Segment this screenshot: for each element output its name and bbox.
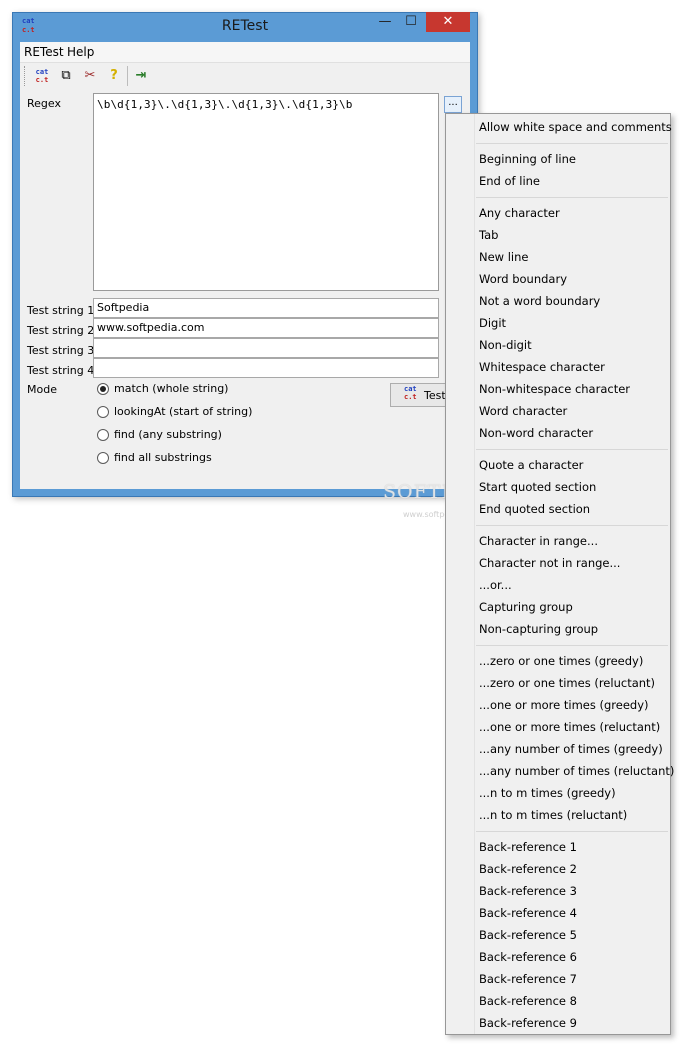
- menu-separator: [476, 525, 668, 526]
- test-icon-line-1: cat: [404, 385, 417, 393]
- mode-find-label[interactable]: find (any substring): [114, 428, 222, 441]
- menu-separator: [476, 449, 668, 450]
- context-menu-item[interactable]: ...one or more times (reluctant): [479, 720, 660, 734]
- test-string-4-input[interactable]: [93, 358, 439, 378]
- context-menu-item[interactable]: Non-digit: [479, 338, 532, 352]
- maximize-button[interactable]: ☐: [398, 12, 424, 32]
- mode-findall-label[interactable]: find all substrings: [114, 451, 212, 464]
- mode-findall-radio[interactable]: [97, 452, 109, 464]
- test-string-4-label: Test string 4: [27, 364, 95, 377]
- context-menu-item[interactable]: Back-reference 4: [479, 906, 577, 920]
- regex-label: Regex: [27, 97, 61, 110]
- context-menu-item[interactable]: Start quoted section: [479, 480, 596, 494]
- test-string-2-label: Test string 2: [27, 324, 95, 337]
- test-string-2-input[interactable]: www.softpedia.com: [93, 318, 439, 338]
- mode-lookingat-label[interactable]: lookingAt (start of string): [114, 405, 252, 418]
- context-menu-item[interactable]: Beginning of line: [479, 152, 576, 166]
- regex-icon-line-1: cat: [35, 68, 49, 76]
- mode-label: Mode: [27, 383, 57, 396]
- test-string-3-input[interactable]: [93, 338, 439, 358]
- menu-separator: [476, 143, 668, 144]
- regex-icon[interactable]: cat c.t: [32, 66, 52, 86]
- exit-icon[interactable]: ⇥: [131, 66, 151, 86]
- context-menu-item[interactable]: End of line: [479, 174, 540, 188]
- context-menu-item[interactable]: ...one or more times (greedy): [479, 698, 649, 712]
- context-menu-item[interactable]: Quote a character: [479, 458, 583, 472]
- context-menu-item[interactable]: Back-reference 2: [479, 862, 577, 876]
- context-menu-item[interactable]: Capturing group: [479, 600, 573, 614]
- test-icon: cat c.t: [404, 385, 417, 401]
- menu-retest[interactable]: RETest: [24, 45, 64, 59]
- context-menu-item[interactable]: End quoted section: [479, 502, 590, 516]
- mode-match-radio[interactable]: [97, 383, 109, 395]
- test-button-label: Test: [424, 389, 446, 402]
- help-icon[interactable]: ?: [104, 66, 124, 86]
- context-menu-item[interactable]: Word boundary: [479, 272, 567, 286]
- regex-insert-button[interactable]: ...: [444, 96, 462, 113]
- context-menu-item[interactable]: Back-reference 8: [479, 994, 577, 1008]
- context-menu-item[interactable]: Back-reference 7: [479, 972, 577, 986]
- context-menu-item[interactable]: Back-reference 1: [479, 840, 577, 854]
- context-menu-item[interactable]: ...zero or one times (reluctant): [479, 676, 655, 690]
- context-menu-item[interactable]: Tab: [479, 228, 498, 242]
- context-menu-item[interactable]: Character in range...: [479, 534, 598, 548]
- menu-separator: [476, 197, 668, 198]
- test-string-3-label: Test string 3: [27, 344, 95, 357]
- context-menu-item[interactable]: Allow white space and comments: [479, 120, 672, 134]
- menu-help[interactable]: Help: [67, 45, 94, 59]
- context-menu-item[interactable]: ...or...: [479, 578, 512, 592]
- context-menu-item[interactable]: Word character: [479, 404, 567, 418]
- tools-icon[interactable]: ✂: [80, 66, 100, 86]
- context-menu-item[interactable]: ...zero or one times (greedy): [479, 654, 643, 668]
- context-menu-item[interactable]: Back-reference 9: [479, 1016, 577, 1030]
- mode-find-radio[interactable]: [97, 429, 109, 441]
- regex-value: \b\d{1,3}\.\d{1,3}\.\d{1,3}\.\d{1,3}\b: [97, 98, 353, 111]
- mode-lookingat-radio[interactable]: [97, 406, 109, 418]
- context-menu-item[interactable]: ...n to m times (greedy): [479, 786, 616, 800]
- context-menu-item[interactable]: Back-reference 5: [479, 928, 577, 942]
- context-menu-item[interactable]: Non-word character: [479, 426, 593, 440]
- context-menu-item[interactable]: Any character: [479, 206, 560, 220]
- mode-match-label[interactable]: match (whole string): [114, 382, 228, 395]
- open-icon[interactable]: ⧉: [56, 66, 76, 86]
- minimize-button[interactable]: —: [372, 12, 398, 32]
- toolbar-grip[interactable]: [24, 66, 28, 86]
- context-menu-item[interactable]: Non-capturing group: [479, 622, 598, 636]
- toolbar-separator: [127, 66, 128, 86]
- close-button[interactable]: ✕: [426, 12, 470, 32]
- context-menu-item[interactable]: Not a word boundary: [479, 294, 600, 308]
- context-menu-item[interactable]: Back-reference 3: [479, 884, 577, 898]
- context-menu-gutter: [446, 114, 475, 1034]
- context-menu-item[interactable]: ...any number of times (greedy): [479, 742, 663, 756]
- context-menu-item[interactable]: ...any number of times (reluctant): [479, 764, 674, 778]
- context-menu-item[interactable]: Character not in range...: [479, 556, 620, 570]
- context-menu-item[interactable]: Digit: [479, 316, 506, 330]
- context-menu-item[interactable]: Whitespace character: [479, 360, 605, 374]
- context-menu-item[interactable]: Back-reference 6: [479, 950, 577, 964]
- context-menu-item[interactable]: New line: [479, 250, 529, 264]
- test-string-1-label: Test string 1: [27, 304, 95, 317]
- test-icon-line-2: c.t: [404, 393, 417, 401]
- regex-icon-line-2: c.t: [35, 76, 49, 84]
- context-menu-item[interactable]: ...n to m times (reluctant): [479, 808, 627, 822]
- menu-separator: [476, 645, 668, 646]
- context-menu-item[interactable]: Non-whitespace character: [479, 382, 630, 396]
- menu-separator: [476, 831, 668, 832]
- regex-textarea[interactable]: [93, 93, 439, 291]
- test-string-1-input[interactable]: Softpedia: [93, 298, 439, 318]
